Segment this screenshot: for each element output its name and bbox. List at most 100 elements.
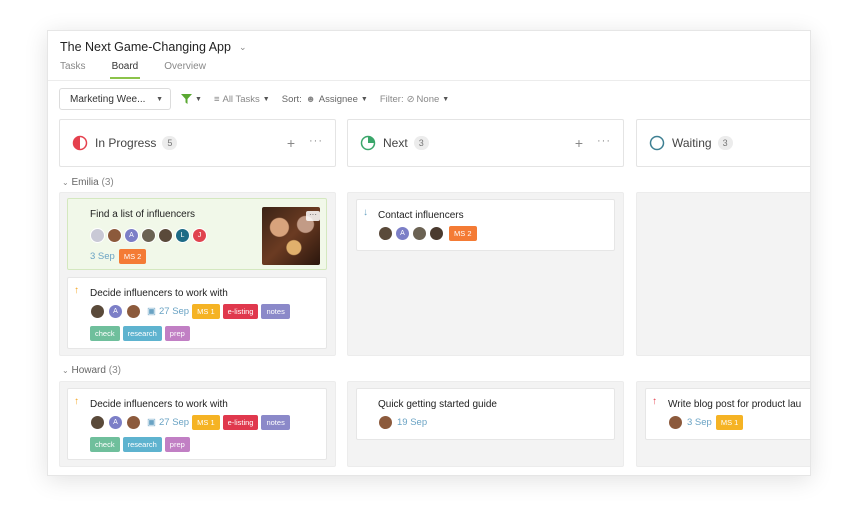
avatar[interactable]: L	[175, 228, 190, 243]
tab-board[interactable]: Board	[109, 61, 140, 79]
tag[interactable]: prep	[164, 437, 190, 452]
caret-down-icon: ▼	[195, 95, 202, 103]
column-title: Next	[383, 136, 408, 150]
task-title: Write blog post for product lau	[668, 399, 802, 410]
avatar[interactable]	[378, 415, 393, 430]
task-card[interactable]: ↑ Decide influencers to work with A ▣ 27 …	[67, 388, 327, 460]
more-icon[interactable]: ···	[306, 211, 320, 221]
avatar[interactable]	[90, 304, 105, 319]
column-count: 3	[717, 136, 733, 150]
filter-dropdown[interactable]: Filter: ⊘ None ▼	[380, 94, 449, 105]
tag[interactable]: e-listing	[222, 304, 259, 319]
task-title: Find a list of influencers	[90, 209, 196, 220]
task-title: Quick getting started guide	[378, 399, 497, 410]
task-title: Contact influencers	[378, 210, 464, 221]
list-icon: ≡	[213, 93, 220, 105]
more-icon[interactable]: ···	[597, 135, 611, 151]
more-icon[interactable]: ···	[309, 135, 323, 151]
due-date[interactable]: ▣ 27 Sep	[147, 417, 189, 428]
toolbar: Marketing Wee... ▼ ▼ ≡ All Tasks ▼ Sort:…	[59, 88, 449, 110]
task-meta: 19 Sep	[378, 415, 427, 430]
sort-dropdown[interactable]: Sort: ☻ Assignee ▼	[282, 94, 368, 105]
tag[interactable]: research	[122, 437, 162, 452]
due-date[interactable]: 3 Sep	[90, 251, 115, 262]
tag[interactable]: check	[90, 437, 120, 452]
column-in-progress-header: In Progress 5 + ···	[59, 119, 336, 167]
avatar[interactable]	[158, 228, 173, 243]
tag[interactable]: e-listing	[222, 415, 259, 430]
milestone-tag[interactable]: MS 2	[118, 249, 147, 264]
caret-down-icon: ▼	[442, 95, 450, 103]
tag[interactable]: notes	[261, 415, 290, 430]
add-task-icon[interactable]: +	[287, 135, 295, 151]
avatar[interactable]	[126, 415, 141, 430]
group-label-emilia[interactable]: ⌄ Emilia (3)	[62, 177, 114, 188]
avatar[interactable]	[412, 226, 427, 241]
view-select-label: Marketing Wee...	[70, 93, 146, 105]
status-next-icon	[360, 135, 376, 151]
milestone-tag[interactable]: MS 2	[449, 226, 477, 241]
tag[interactable]: prep	[164, 326, 190, 341]
column-waiting-header: Waiting 3	[636, 119, 810, 167]
project-title-text: The Next Game-Changing App	[60, 40, 231, 54]
avatar[interactable]	[126, 304, 141, 319]
project-title[interactable]: The Next Game-Changing App ⌄	[60, 40, 246, 54]
avatar[interactable]	[378, 226, 393, 241]
group-name: Emilia	[71, 177, 99, 188]
avatar[interactable]: A	[108, 415, 123, 430]
chevron-down-icon: ⌄	[62, 178, 69, 187]
task-card[interactable]: Find a list of influencers A L J 3 Sep M…	[67, 198, 327, 270]
group-label-howard[interactable]: ⌄ Howard (3)	[62, 365, 121, 376]
task-meta: A ▣ 27 Sep MS 1 e-listing notes	[90, 304, 290, 319]
avatar[interactable]	[90, 228, 105, 243]
task-card[interactable]: ↑ Decide influencers to work with A ▣ 27 …	[67, 277, 327, 349]
task-title: Decide influencers to work with	[90, 288, 228, 299]
priority-up-icon: ↑	[74, 396, 79, 407]
status-in-progress-icon	[72, 135, 88, 151]
task-meta: 3 Sep MS 2	[90, 249, 147, 264]
milestone-tag[interactable]: MS 1	[715, 415, 744, 430]
assignee-avatars: A L J	[90, 228, 207, 243]
tab-overview[interactable]: Overview	[164, 61, 206, 77]
due-date[interactable]: 3 Sep	[687, 417, 712, 428]
avatar[interactable]	[429, 226, 444, 241]
add-task-icon[interactable]: +	[575, 135, 583, 151]
avatar[interactable]	[107, 228, 122, 243]
chevron-down-icon[interactable]: ⌄	[239, 42, 247, 53]
avatar[interactable]: A	[395, 226, 410, 241]
priority-up-icon: ↑	[74, 285, 79, 296]
priority-up-icon: ↑	[652, 396, 657, 407]
sort-label: Sort:	[281, 93, 302, 105]
avatar[interactable]	[668, 415, 683, 430]
tag[interactable]: check	[90, 326, 120, 341]
column-next-header: Next 3 + ···	[347, 119, 624, 167]
status-waiting-icon	[649, 135, 665, 151]
avatar[interactable]	[141, 228, 156, 243]
due-date-text: 27 Sep	[158, 417, 190, 428]
task-card[interactable]: ↓ Contact influencers A MS 2	[356, 199, 615, 251]
avatar[interactable]: A	[108, 304, 123, 319]
tag[interactable]: research	[122, 326, 162, 341]
task-tags: check research prep	[90, 437, 190, 452]
milestone-tag[interactable]: MS 1	[192, 415, 220, 430]
all-tasks-dropdown[interactable]: ≡ All Tasks ▼	[214, 94, 270, 105]
avatar[interactable]	[90, 415, 105, 430]
tab-tasks[interactable]: Tasks	[60, 61, 86, 77]
task-card[interactable]: ↑ Write blog post for product lau 3 Sep …	[645, 388, 810, 440]
due-date[interactable]: ▣ 27 Sep	[147, 306, 189, 317]
tag[interactable]: notes	[261, 304, 290, 319]
header: The Next Game-Changing App ⌄ Tasks Board…	[48, 31, 810, 81]
due-date[interactable]: 19 Sep	[397, 417, 427, 428]
view-select[interactable]: Marketing Wee... ▼	[59, 88, 171, 110]
milestone-tag[interactable]: MS 1	[192, 304, 220, 319]
column-count: 5	[162, 136, 178, 150]
filter-value: None	[416, 93, 440, 105]
user-icon: ☻	[305, 93, 316, 105]
avatar[interactable]: J	[192, 228, 207, 243]
filter-button[interactable]: ▼	[181, 94, 202, 104]
due-date-text: 27 Sep	[158, 306, 190, 317]
filter-label: Filter:	[379, 93, 404, 105]
column-title: Waiting	[672, 136, 712, 150]
task-card[interactable]: Quick getting started guide 19 Sep	[356, 388, 615, 440]
avatar[interactable]: A	[124, 228, 139, 243]
